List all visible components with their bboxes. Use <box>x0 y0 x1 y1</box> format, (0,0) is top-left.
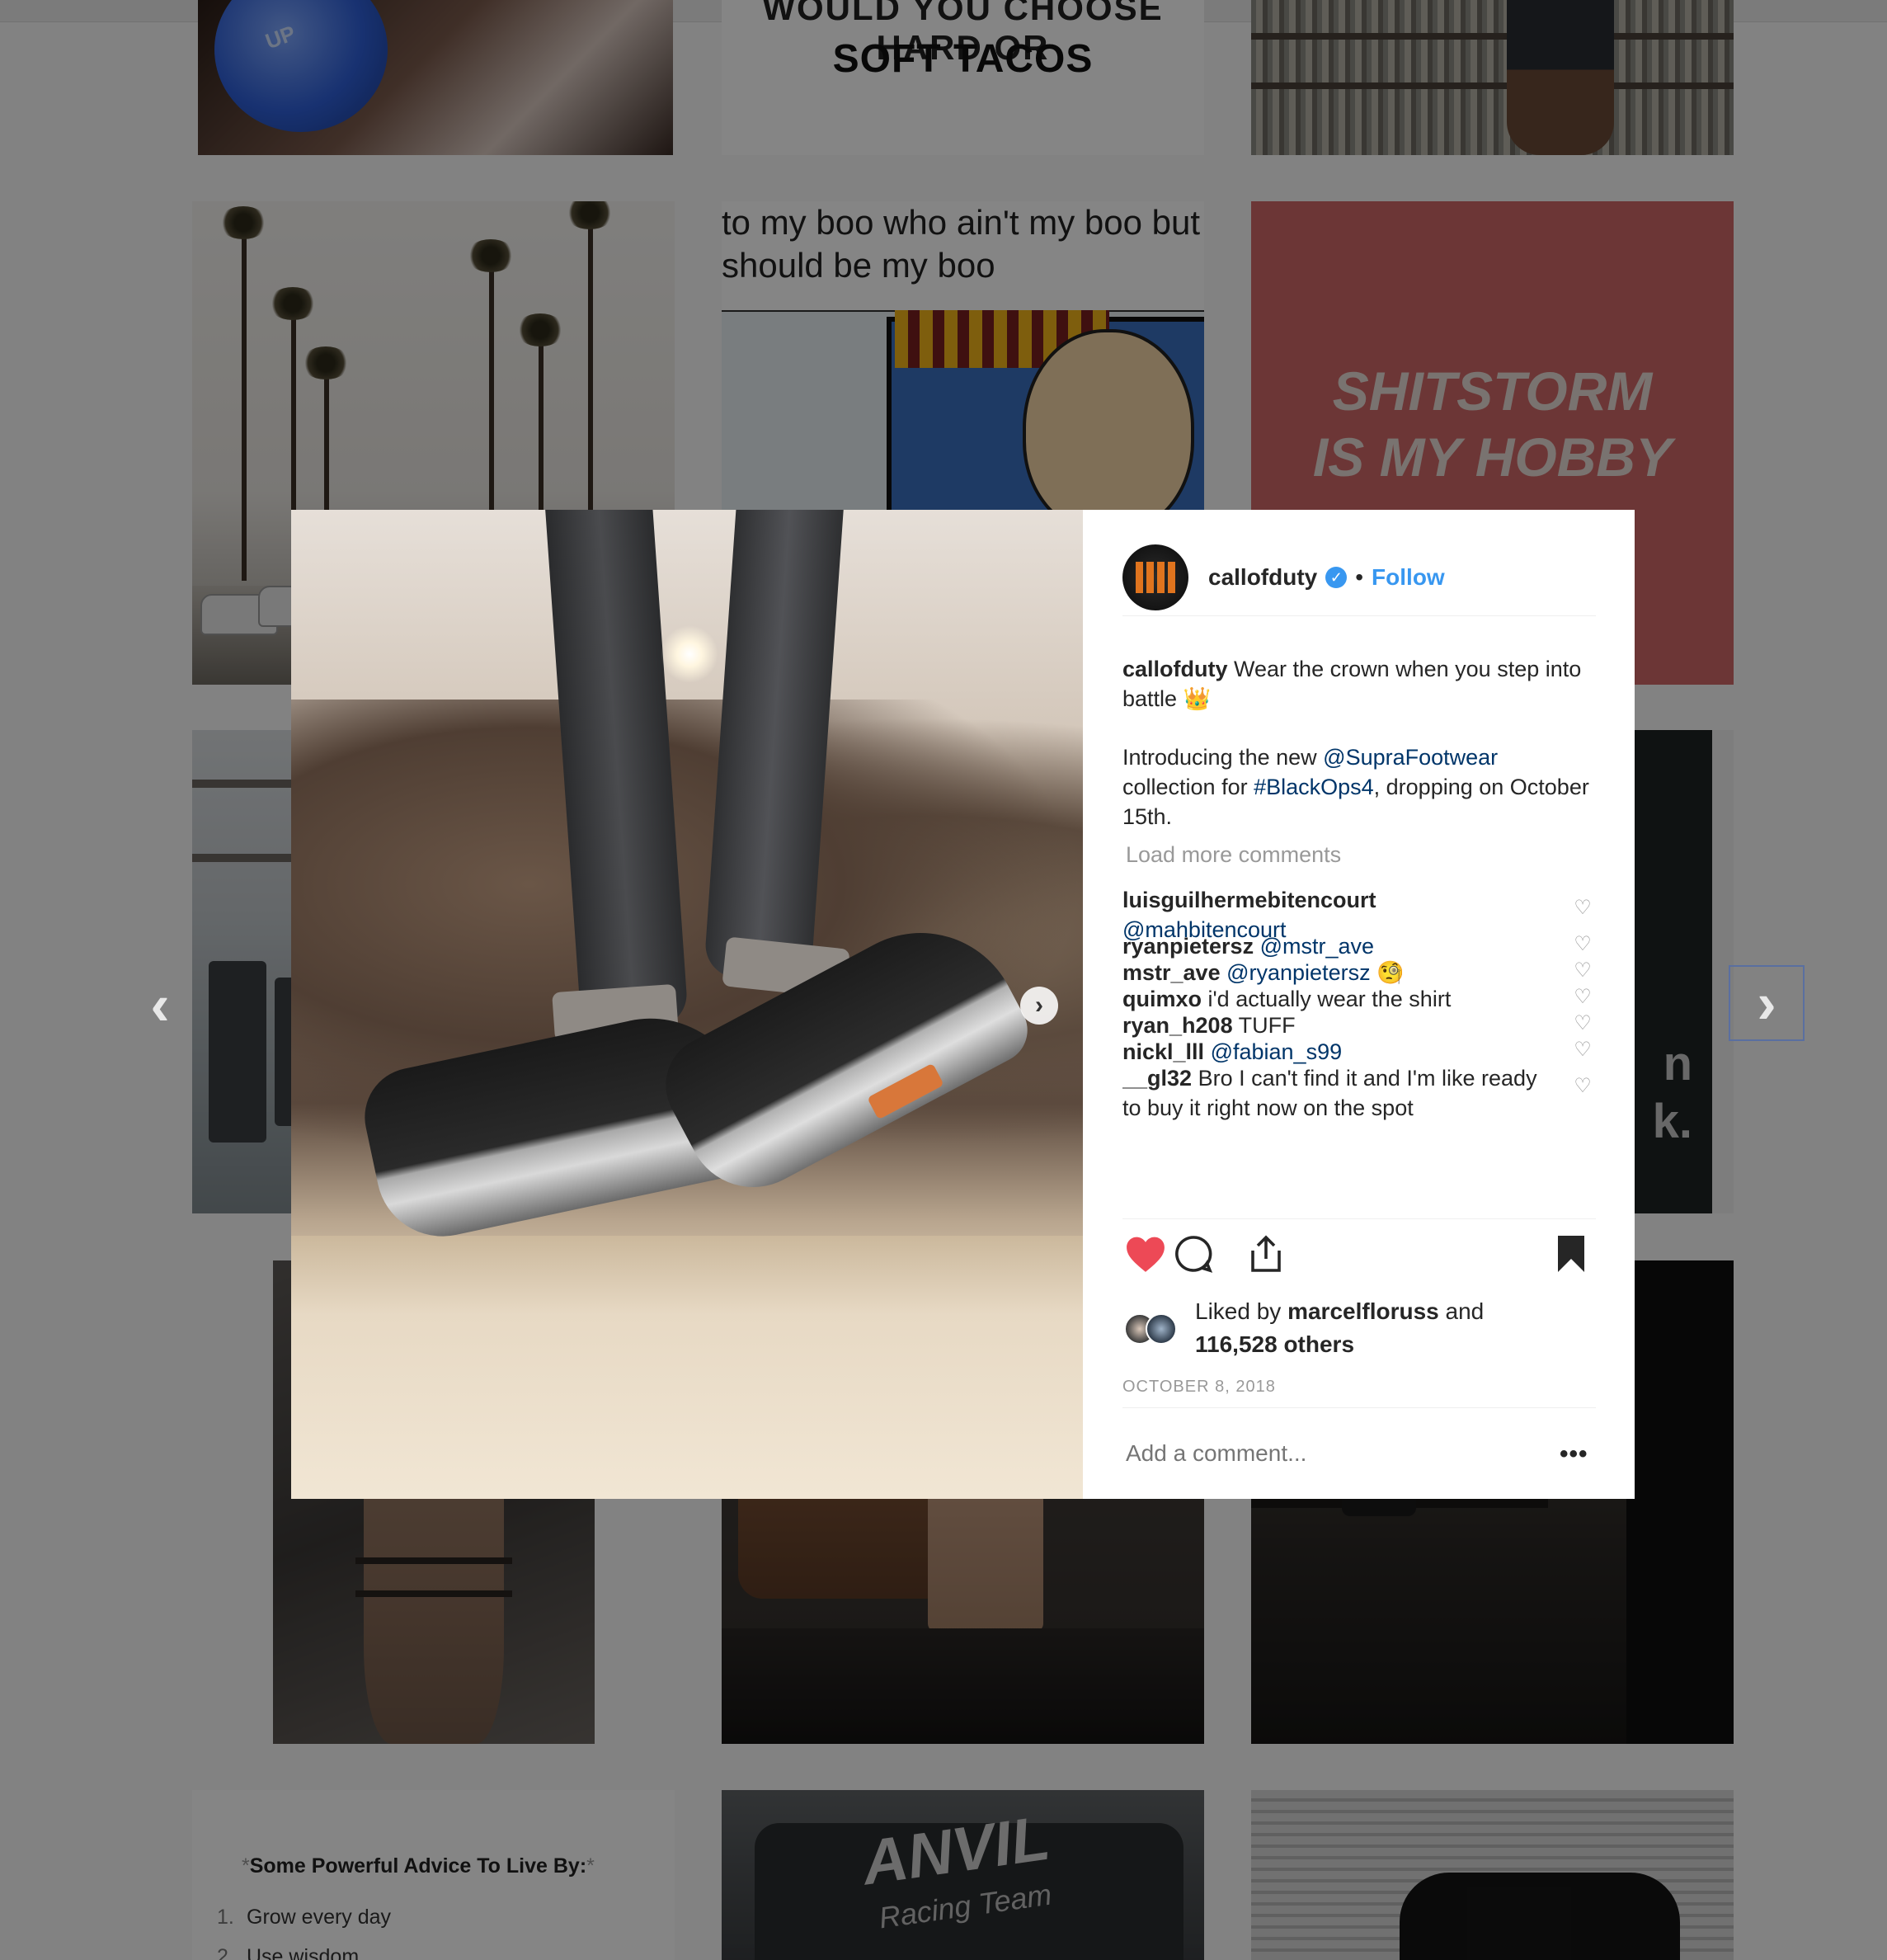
post-header: callofduty ✓ • Follow <box>1122 539 1596 616</box>
caption-username[interactable]: callofduty <box>1122 657 1228 681</box>
comment-text: TUFF <box>1238 1013 1296 1038</box>
chevron-left-icon: ‹ <box>150 973 170 1037</box>
share-upload-icon[interactable] <box>1243 1231 1289 1277</box>
add-comment-input[interactable] <box>1126 1440 1522 1467</box>
verified-badge-icon: ✓ <box>1325 567 1348 588</box>
liker-avatar[interactable] <box>1146 1313 1177 1345</box>
comment-like-heart-icon[interactable]: ♡ <box>1572 987 1593 1008</box>
bookmark-icon[interactable] <box>1548 1231 1594 1277</box>
likes-text: Liked by marcelfloruss and 116,528 other… <box>1195 1298 1485 1357</box>
black-ops-logo-icon <box>1136 562 1175 593</box>
comment-username[interactable]: nickl_lll <box>1122 1039 1204 1064</box>
comment-like-heart-icon[interactable]: ♡ <box>1572 898 1593 919</box>
comment-text: i'd actually wear the shirt <box>1207 987 1452 1011</box>
comment-username[interactable]: quimxo <box>1122 987 1202 1011</box>
more-options-icon[interactable]: ••• <box>1560 1440 1588 1468</box>
likes-count[interactable]: 116,528 others <box>1195 1331 1354 1357</box>
comment-like-heart-icon[interactable]: ♡ <box>1572 1013 1593 1034</box>
carousel-next-button[interactable]: › <box>1020 987 1058 1025</box>
comment-item: nickl_lll @fabian_s99 <box>1122 1037 1551 1067</box>
liker-username[interactable]: marcelfloruss <box>1287 1298 1439 1324</box>
post-date[interactable]: OCTOBER 8, 2018 <box>1122 1378 1276 1397</box>
comment-list: luisguilhermebitencourt @mahbitencourt ♡ … <box>1122 885 1596 1203</box>
avatar[interactable] <box>1122 544 1188 610</box>
comment-item: quimxo i'd actually wear the shirt <box>1122 984 1551 1014</box>
photo-ground <box>291 1236 1083 1499</box>
comment-text[interactable]: @fabian_s99 <box>1211 1039 1343 1064</box>
follow-button[interactable]: Follow <box>1372 564 1445 591</box>
comment-username[interactable]: ryanpietersz <box>1122 934 1254 959</box>
chevron-right-icon: › <box>1757 971 1776 1035</box>
comment-username[interactable]: luisguilhermebitencourt <box>1122 888 1376 912</box>
post-username[interactable]: callofduty <box>1208 564 1317 591</box>
comment-like-heart-icon[interactable]: ♡ <box>1572 934 1593 955</box>
comment-bubble-icon[interactable] <box>1170 1231 1216 1277</box>
comment-item: ryan_h208 TUFF <box>1122 1011 1551 1040</box>
hashtag-link[interactable]: #BlackOps4 <box>1254 775 1374 799</box>
like-heart-icon[interactable] <box>1122 1231 1169 1277</box>
chevron-right-icon: › <box>1035 992 1043 1019</box>
comment-username[interactable]: ryan_h208 <box>1122 1013 1233 1038</box>
mention-link[interactable]: @SupraFootwear <box>1323 745 1498 770</box>
comment-text[interactable]: @mstr_ave <box>1260 934 1374 959</box>
post-photo[interactable]: › <box>291 510 1083 1499</box>
load-more-comments-button[interactable]: Load more comments <box>1126 842 1341 868</box>
comment-item: ryanpietersz @mstr_ave <box>1122 931 1551 961</box>
sun-flare <box>661 625 718 683</box>
separator-dot: • <box>1355 564 1364 590</box>
comment-item: mstr_ave @ryanpietersz 🧐 <box>1122 958 1551 987</box>
comment-like-heart-icon[interactable]: ♡ <box>1572 960 1593 982</box>
next-post-button[interactable]: › <box>1729 965 1805 1041</box>
post-modal: › callofduty ✓ • Follow callofduty Wear … <box>291 510 1635 1499</box>
divider <box>1122 1218 1596 1219</box>
comment-text[interactable]: @ryanpietersz 🧐 <box>1226 960 1405 985</box>
comment-like-heart-icon[interactable]: ♡ <box>1572 1076 1593 1097</box>
post-side-panel: callofduty ✓ • Follow callofduty Wear th… <box>1083 510 1635 1499</box>
comment-username[interactable]: mstr_ave <box>1122 960 1221 985</box>
comment-username[interactable]: __gl32 <box>1122 1066 1192 1091</box>
comment-item: __gl32 Bro I can't find it and I'm like … <box>1122 1063 1551 1123</box>
prev-post-button[interactable]: ‹ <box>122 967 198 1043</box>
comment-like-heart-icon[interactable]: ♡ <box>1572 1039 1593 1061</box>
divider <box>1122 1407 1596 1408</box>
